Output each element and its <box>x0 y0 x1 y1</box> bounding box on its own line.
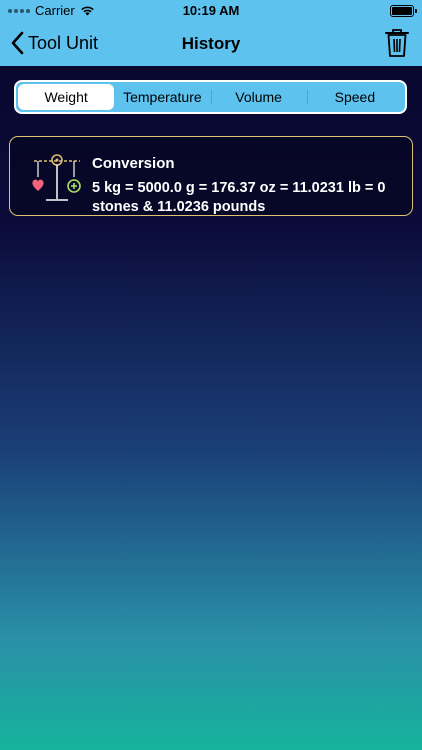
segment-temperature[interactable]: Temperature <box>114 84 210 110</box>
back-button[interactable]: Tool Unit <box>10 31 98 55</box>
scale-icon <box>32 154 81 201</box>
history-item[interactable]: Conversion 5 kg = 5000.0 g = 176.37 oz =… <box>9 136 413 216</box>
chevron-left-icon <box>11 31 24 55</box>
segment-volume[interactable]: Volume <box>210 84 307 110</box>
history-item-text: 5 kg = 5000.0 g = 176.37 oz = 11.0231 lb… <box>92 180 386 215</box>
battery-icon <box>390 5 417 17</box>
trash-icon[interactable] <box>384 28 410 58</box>
history-item-title: Conversion <box>92 155 175 172</box>
navigation-bar: Tool Unit History <box>0 22 422 66</box>
unit-segmented-control: Weight Temperature Volume Speed <box>14 80 407 114</box>
segment-speed[interactable]: Speed <box>306 84 403 110</box>
status-time: 10:19 AM <box>182 3 240 18</box>
segment-weight[interactable]: Weight <box>18 84 115 110</box>
back-label: Tool Unit <box>28 32 99 53</box>
status-bar: Carrier 10:19 AM <box>0 0 422 22</box>
